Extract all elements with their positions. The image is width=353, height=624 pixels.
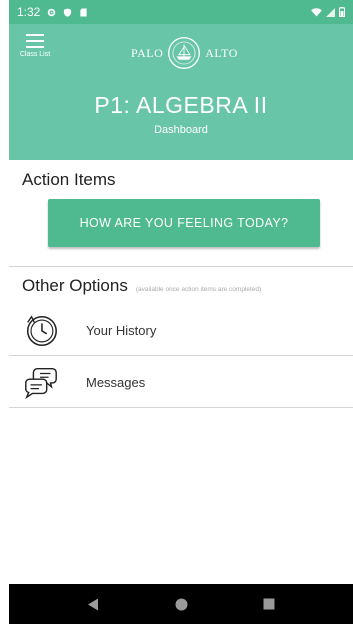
hamburger-menu-icon [26, 34, 44, 48]
recents-icon[interactable] [262, 597, 276, 611]
your-history-label: Your History [86, 322, 157, 338]
settings-icon [48, 8, 56, 16]
system-nav-bar [9, 584, 353, 624]
divider [9, 355, 353, 356]
wifi-icon [311, 7, 322, 17]
sd-card-icon [80, 7, 88, 17]
app-screen: 1:32 Class List PALO ALTO P1: ALGEBRA II… [9, 0, 353, 624]
history-clock-icon [26, 315, 57, 346]
divider [9, 407, 353, 408]
status-time: 1:32 [17, 5, 41, 19]
class-list-menu-button[interactable]: Class List [15, 34, 55, 70]
messages-label: Messages [86, 374, 146, 390]
school-seal-icon [168, 37, 201, 69]
other-options-header: Other Options (available once action ite… [22, 276, 261, 296]
messages-item[interactable]: Messages [9, 357, 353, 407]
back-icon[interactable] [86, 597, 100, 611]
home-icon[interactable] [174, 597, 188, 611]
menu-label: Class List [19, 51, 51, 58]
chat-bubbles-icon [25, 367, 57, 400]
shield-icon [64, 7, 72, 17]
battery-icon [339, 7, 345, 17]
logo-text-right: ALTO [205, 45, 238, 60]
other-options-note: (available once action items are complet… [135, 286, 262, 293]
your-history-item[interactable]: Your History [9, 305, 353, 355]
page-subtitle: Dashboard [154, 124, 208, 136]
logo-text-left: PALO [131, 45, 164, 60]
dashboard-header: Class List PALO ALTO P1: ALGEBRA II Dash… [9, 24, 353, 160]
feeling-check-in-button[interactable]: HOW ARE YOU FEELING TODAY? [48, 199, 320, 247]
divider [9, 266, 353, 267]
page-title: P1: ALGEBRA II [94, 92, 268, 118]
status-bar: 1:32 [9, 0, 353, 24]
action-items-heading: Action Items [22, 170, 116, 189]
signal-icon [326, 7, 335, 17]
other-options-heading: Other Options [22, 276, 128, 295]
school-logo: PALO ALTO [131, 36, 238, 70]
